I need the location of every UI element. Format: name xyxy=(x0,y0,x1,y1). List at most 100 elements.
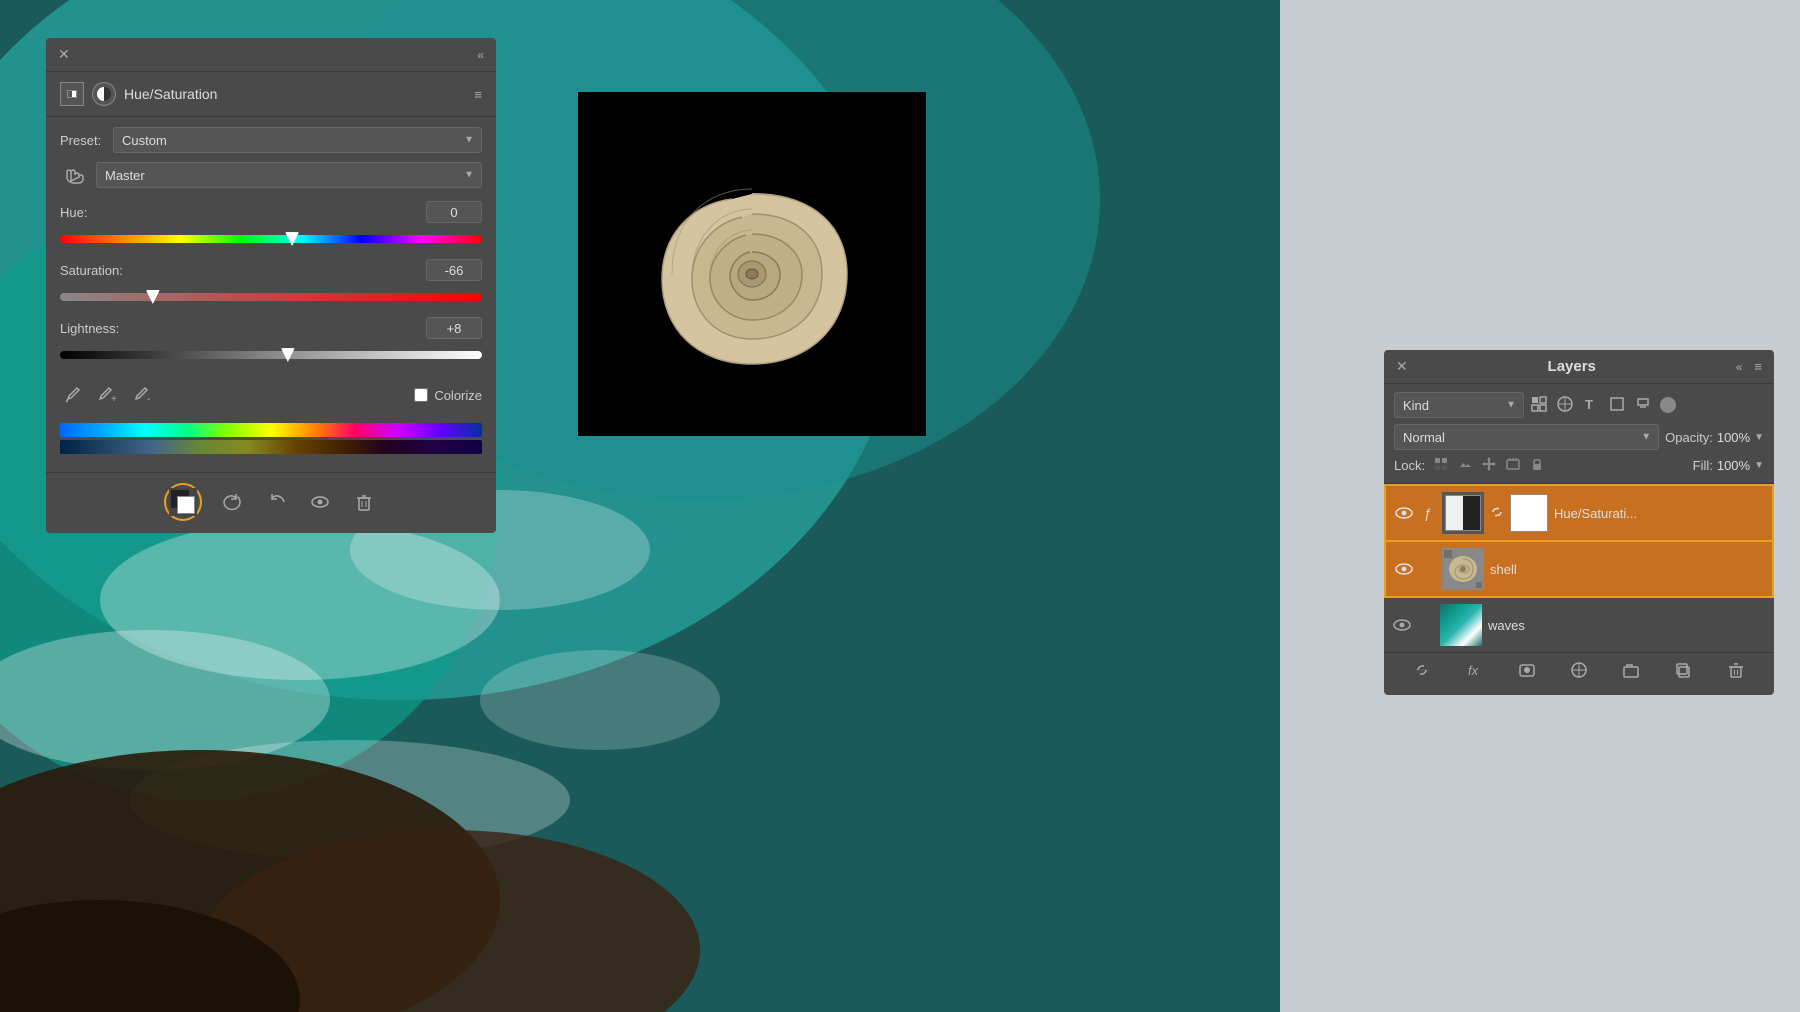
layers-titlebar: ✕ Layers « ≡ xyxy=(1384,350,1774,384)
add-adjustment-button[interactable] xyxy=(1570,661,1588,679)
shape-filter-icon[interactable] xyxy=(1608,395,1626,416)
clip-to-layer-button[interactable] xyxy=(164,483,202,521)
properties-close-button[interactable]: ✕ xyxy=(58,46,70,63)
properties-menu-button[interactable]: ≡ xyxy=(474,87,482,102)
properties-panel-title: Hue/Saturation xyxy=(124,86,217,102)
layers-close-button[interactable]: ✕ xyxy=(1396,358,1408,375)
eyedropper-tools: + - xyxy=(60,383,156,407)
hue-slider-container[interactable] xyxy=(60,227,482,251)
lock-artboard-icon[interactable] xyxy=(1505,456,1521,475)
eyedropper-button[interactable] xyxy=(60,383,84,407)
text-filter-icon[interactable]: T xyxy=(1582,395,1600,416)
add-new-layer-button[interactable] xyxy=(1675,661,1693,679)
layer-item-shell[interactable]: shell xyxy=(1384,542,1774,598)
properties-header: Hue/Saturation ≡ xyxy=(46,72,496,117)
adjustment-layer-icon xyxy=(60,82,84,106)
layer-visibility-waves[interactable] xyxy=(1392,615,1412,635)
visibility-button[interactable] xyxy=(306,488,334,516)
smart-filter-icon[interactable] xyxy=(1634,395,1652,416)
spectrum-top-bar xyxy=(60,423,482,437)
saturation-value[interactable]: -66 xyxy=(426,259,482,281)
layers-footer: fx xyxy=(1384,652,1774,687)
preset-select-wrapper: Custom Default Cyanotype Sepia ▼ xyxy=(113,127,482,153)
eyedropper-plus-button[interactable]: + xyxy=(96,383,120,407)
hue-label: Hue: xyxy=(60,205,87,220)
layers-panel-title: Layers xyxy=(1548,358,1596,375)
layers-collapse-button[interactable]: « xyxy=(1736,360,1743,374)
hue-row: Hue: 0 xyxy=(60,201,482,223)
kind-row: Kind Name Effect Mode ▼ T xyxy=(1394,392,1764,418)
canvas-preview xyxy=(578,92,926,436)
lock-label: Lock: xyxy=(1394,458,1425,473)
spectrum-bars xyxy=(60,423,482,454)
saturation-slider-container[interactable] xyxy=(60,285,482,309)
layers-controls: Kind Name Effect Mode ▼ T xyxy=(1384,384,1774,484)
add-mask-button[interactable] xyxy=(1518,661,1536,679)
layer-item-hue-sat[interactable]: ƒ Hue/Saturati... xyxy=(1384,484,1774,542)
opacity-value[interactable]: 100% xyxy=(1717,430,1750,445)
layers-panel: ✕ Layers « ≡ Kind Name Effect Mode ▼ xyxy=(1384,350,1774,695)
properties-panel: ✕ « Hue/Saturation ≡ Preset: xyxy=(46,38,496,533)
svg-text:+: + xyxy=(111,394,117,404)
undo-button[interactable] xyxy=(262,488,290,516)
saturation-row: Saturation: -66 xyxy=(60,259,482,281)
fill-label: Fill: xyxy=(1693,458,1713,473)
white-square-icon xyxy=(177,496,195,514)
lock-transparent-icon[interactable] xyxy=(1433,456,1449,475)
link-layers-button[interactable] xyxy=(1413,661,1431,679)
create-group-button[interactable] xyxy=(1622,661,1640,679)
adjustment-filter-icon[interactable] xyxy=(1556,395,1574,416)
lock-all-icon[interactable] xyxy=(1529,456,1545,475)
properties-collapse-button[interactable]: « xyxy=(477,48,484,62)
fill-value[interactable]: 100% xyxy=(1717,458,1750,473)
delete-button[interactable] xyxy=(350,488,378,516)
saturation-track xyxy=(60,293,482,301)
hand-tool-icon[interactable] xyxy=(60,161,88,189)
eyedropper-minus-button[interactable]: - xyxy=(132,383,156,407)
hue-sat-thumbnail xyxy=(1442,492,1484,534)
shell-layer-thumbnail xyxy=(1442,548,1484,590)
properties-titlebar: ✕ « xyxy=(46,38,496,72)
layer-connector-hue-sat: ƒ xyxy=(1420,505,1436,521)
lightness-label: Lightness: xyxy=(60,321,119,336)
lock-fill-row: Lock: Fill: 100% xyxy=(1394,456,1764,475)
properties-header-left: Hue/Saturation xyxy=(60,82,217,106)
delete-layer-button[interactable] xyxy=(1727,661,1745,679)
hue-value[interactable]: 0 xyxy=(426,201,482,223)
pixel-filter-icon[interactable] xyxy=(1530,395,1548,416)
lightness-value[interactable]: +8 xyxy=(426,317,482,339)
svg-text:fx: fx xyxy=(1468,663,1479,678)
add-layer-style-button[interactable]: fx xyxy=(1465,661,1483,679)
fill-dropdown-arrow[interactable]: ▼ xyxy=(1754,460,1764,471)
hue-track xyxy=(60,235,482,243)
properties-body: Preset: Custom Default Cyanotype Sepia ▼ xyxy=(46,117,496,472)
lightness-section: Lightness: +8 xyxy=(60,317,482,367)
svg-text:T: T xyxy=(1585,397,1593,412)
preset-select[interactable]: Custom Default Cyanotype Sepia xyxy=(113,127,482,153)
layers-menu-button[interactable]: ≡ xyxy=(1754,359,1762,374)
opacity-dropdown-arrow[interactable]: ▼ xyxy=(1754,432,1764,443)
kind-select[interactable]: Kind Name Effect Mode xyxy=(1394,392,1524,418)
preset-label: Preset: xyxy=(60,133,105,148)
lock-image-icon[interactable] xyxy=(1457,456,1473,475)
reset-adjustment-button[interactable] xyxy=(218,488,246,516)
lightness-slider-container[interactable] xyxy=(60,343,482,367)
layers-titlebar-right: « ≡ xyxy=(1736,359,1762,374)
channel-select[interactable]: Master Reds Yellows Greens Cyans Blues M… xyxy=(96,162,482,188)
chain-link-icon xyxy=(1490,505,1504,522)
layer-item-waves[interactable]: waves xyxy=(1384,598,1774,652)
layer-visibility-hue-sat[interactable] xyxy=(1394,503,1414,523)
layer-visibility-shell[interactable] xyxy=(1394,559,1414,579)
lock-position-icon[interactable] xyxy=(1481,456,1497,475)
properties-footer xyxy=(46,472,496,525)
filter-toggle-circle[interactable] xyxy=(1660,397,1676,414)
waves-layer-name: waves xyxy=(1488,618,1766,633)
blend-mode-select[interactable]: Normal Dissolve Multiply Screen Overlay xyxy=(1394,424,1659,450)
lock-icons xyxy=(1433,456,1685,475)
tools-colorize-row: + - Colorize xyxy=(60,375,482,415)
spectrum-bottom-bar xyxy=(60,440,482,454)
blend-opacity-row: Normal Dissolve Multiply Screen Overlay … xyxy=(1394,424,1764,450)
blend-select-wrapper: Normal Dissolve Multiply Screen Overlay … xyxy=(1394,424,1659,450)
colorize-checkbox[interactable] xyxy=(414,388,428,402)
waves-layer-thumbnail xyxy=(1440,604,1482,646)
